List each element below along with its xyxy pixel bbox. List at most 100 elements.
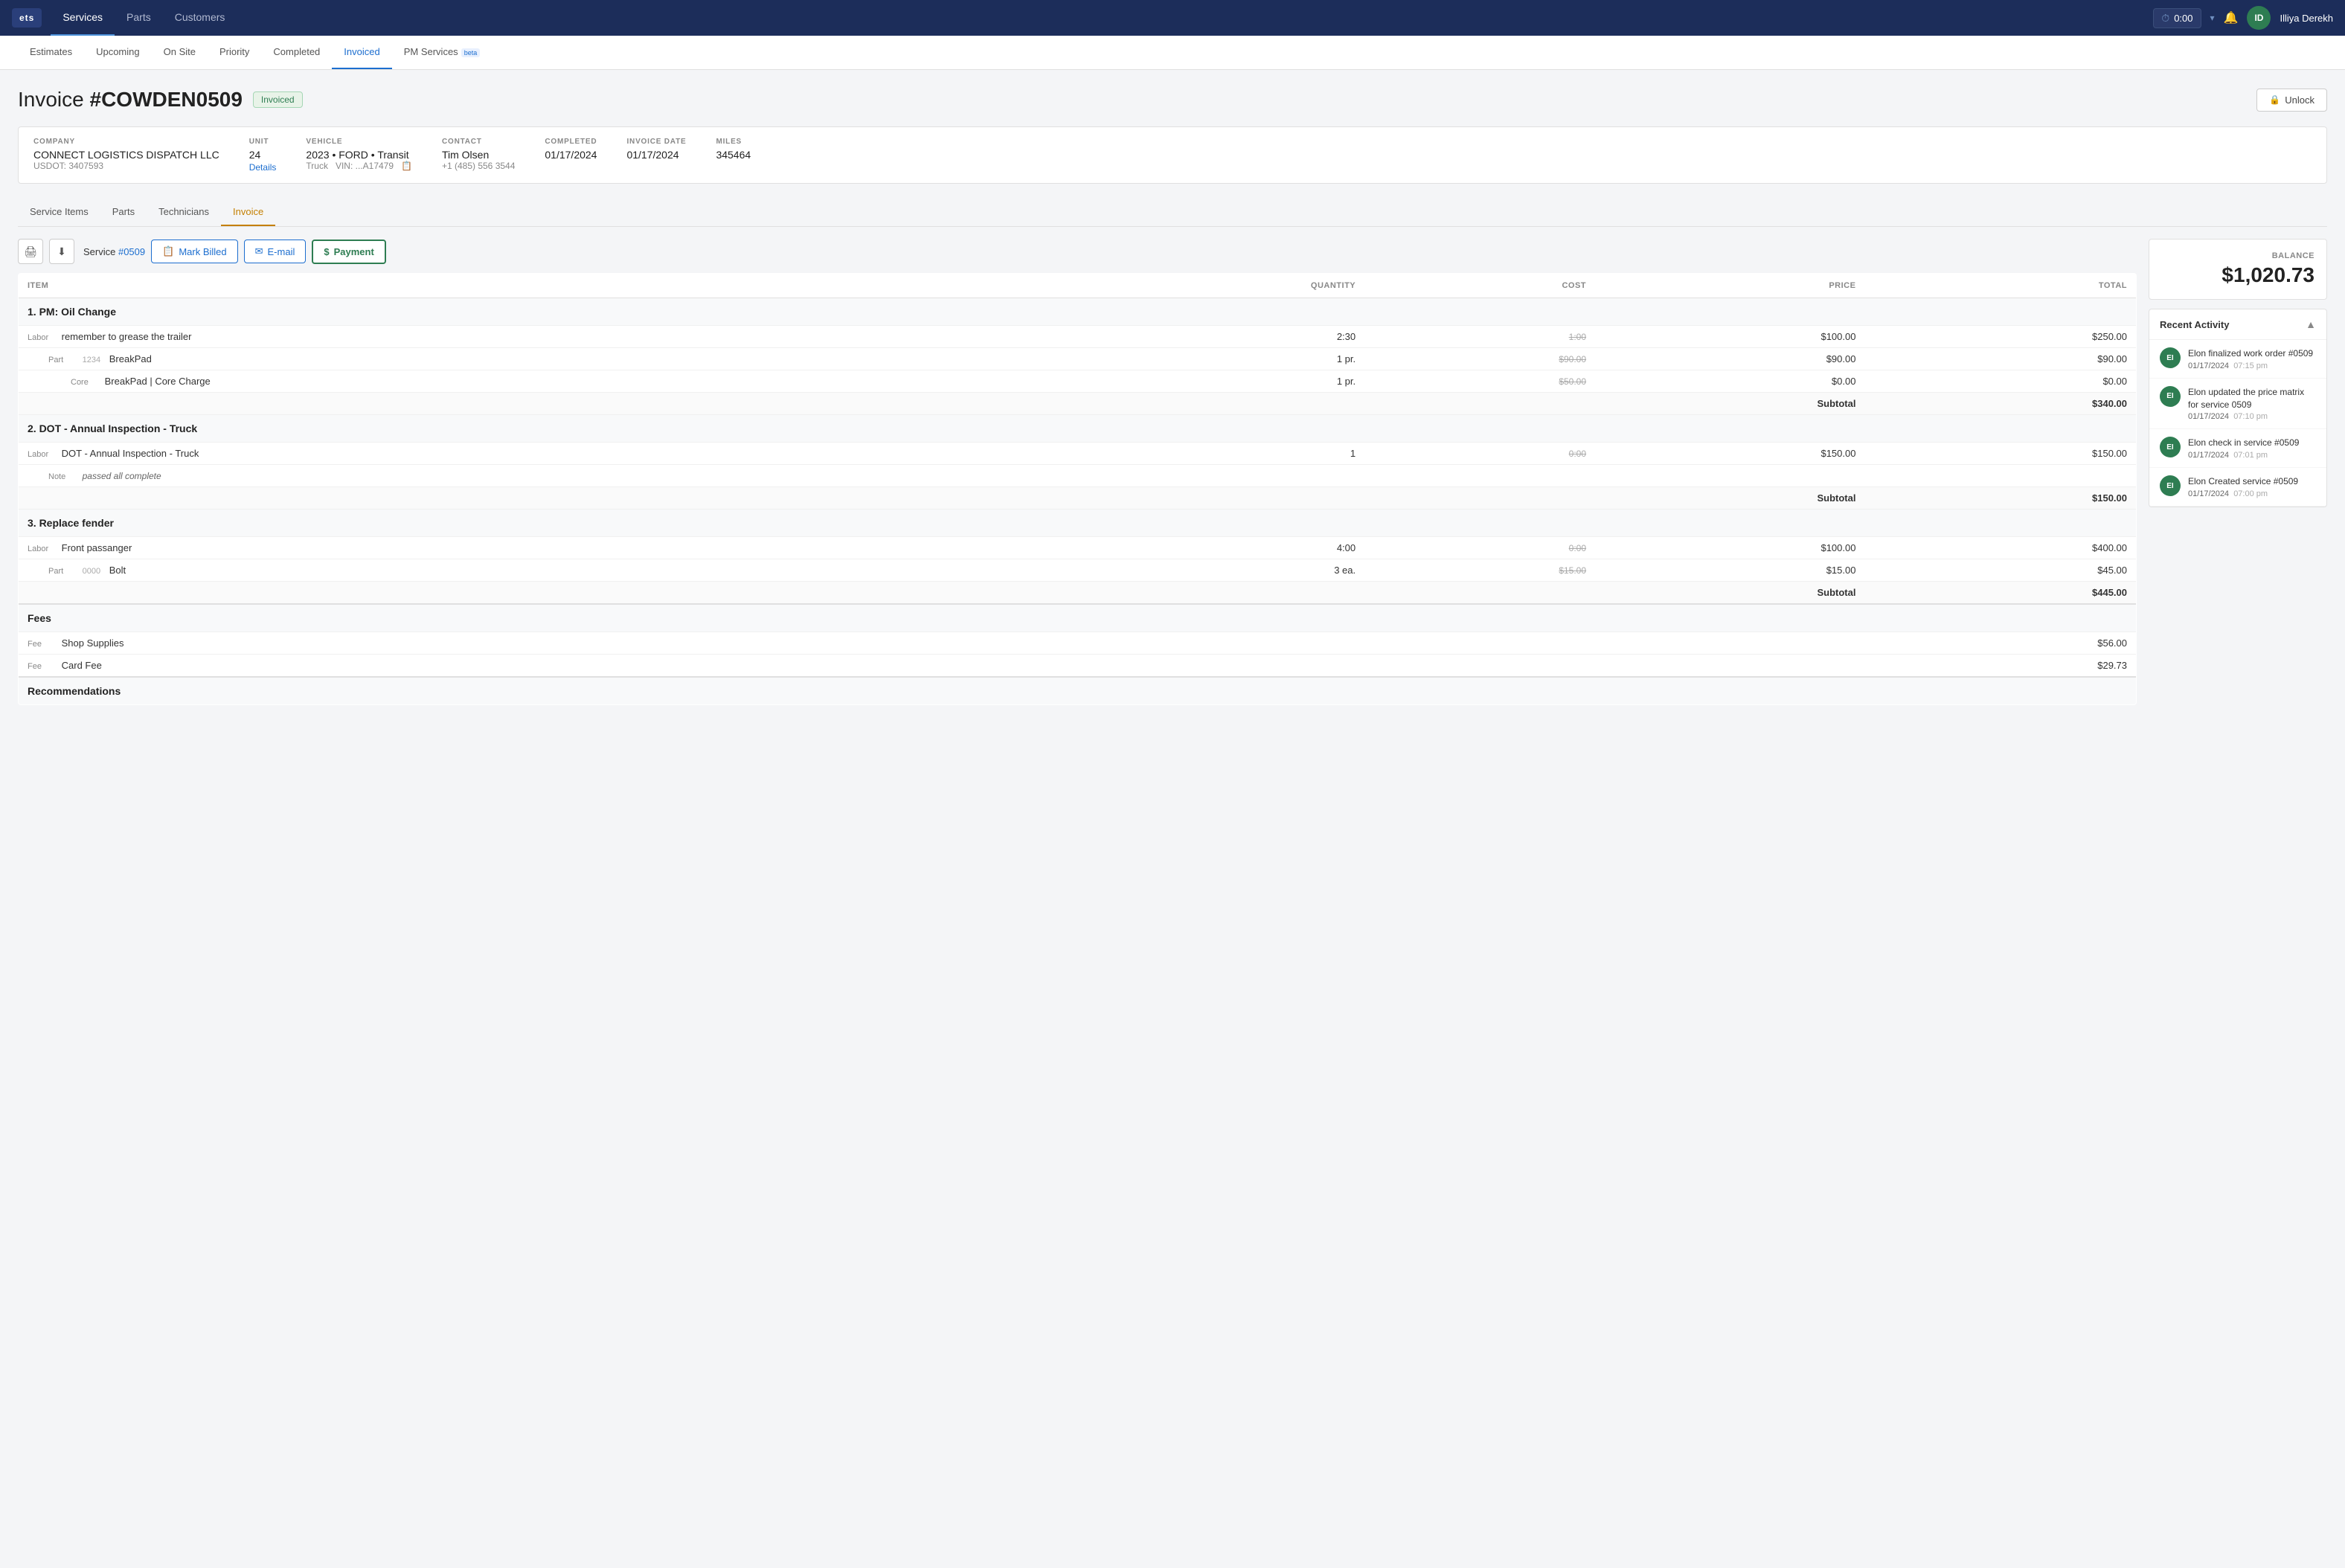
activity-text-4: Elon Created service #0509 <box>2188 475 2298 488</box>
vehicle-details: Truck VIN: ...A17479 📋 <box>306 161 412 171</box>
chevron-down-icon[interactable]: ▾ <box>2210 13 2215 23</box>
table-row: Labor DOT - Annual Inspection - Truck 1 … <box>19 443 2137 465</box>
service-tabs: Service Items Parts Technicians Invoice <box>18 199 2327 227</box>
subnav-upcoming[interactable]: Upcoming <box>84 36 152 69</box>
completed-date: 01/17/2024 <box>545 149 597 161</box>
table-row: Part 0000 Bolt 3 ea. $15.00 $15.00 $45.0… <box>19 559 2137 582</box>
invoice-title: Invoice #COWDEN0509 <box>18 88 243 112</box>
subtotal-row-2: Subtotal $150.00 <box>19 487 2137 510</box>
activity-header: Recent Activity ▲ <box>2149 309 2326 340</box>
print-button[interactable]: 🖨 <box>18 239 43 264</box>
page-content: Invoice #COWDEN0509 Invoiced 🔒 Unlock CO… <box>0 70 2345 723</box>
invoice-title-group: Invoice #COWDEN0509 Invoiced <box>18 88 303 112</box>
nav-services[interactable]: Services <box>51 0 115 36</box>
meta-miles: MILES 345464 <box>716 138 751 173</box>
timer-badge[interactable]: ⏱ 0:00 <box>2153 8 2201 28</box>
subnav-priority[interactable]: Priority <box>208 36 261 69</box>
activity-text-2: Elon updated the price matrix for servic… <box>2188 386 2316 411</box>
download-button[interactable]: ⬇ <box>49 239 74 264</box>
tab-parts[interactable]: Parts <box>100 199 147 226</box>
meta-completed: COMPLETED 01/17/2024 <box>545 138 597 173</box>
timer-icon: ⏱ <box>2161 12 2169 25</box>
invoice-number: #COWDEN0509 <box>90 88 243 111</box>
activity-item-1: EI Elon finalized work order #0509 01/17… <box>2149 340 2326 379</box>
activity-item-3: EI Elon check in service #0509 01/17/202… <box>2149 429 2326 468</box>
meta-invoice-date: INVOICE DATE 01/17/2024 <box>626 138 686 173</box>
row-note: Note passed all complete <box>19 465 1045 487</box>
col-item: ITEM <box>19 274 1045 298</box>
table-row: Labor remember to grease the trailer 2:3… <box>19 326 2137 348</box>
subtotal-row-1: Subtotal $340.00 <box>19 393 2137 415</box>
row-item: Part 1234 BreakPad <box>19 348 1045 370</box>
activity-card: Recent Activity ▲ EI Elon finalized work… <box>2149 309 2327 507</box>
row-item: Labor Front passanger <box>19 537 1045 559</box>
status-badge: Invoiced <box>253 91 303 108</box>
mark-billed-icon: 📋 <box>162 245 174 257</box>
unit-label: UNIT <box>249 138 277 146</box>
logo-text: ets <box>19 13 34 23</box>
contact-label: CONTACT <box>442 138 515 146</box>
tab-invoice[interactable]: Invoice <box>221 199 275 226</box>
mark-billed-button[interactable]: 📋 Mark Billed <box>151 240 237 263</box>
subnav-invoiced[interactable]: Invoiced <box>332 36 391 69</box>
user-name: Illiya Derekh <box>2280 13 2333 24</box>
meta-vehicle: VEHICLE 2023 • FORD • Transit Truck VIN:… <box>306 138 412 173</box>
balance-card: BALANCE $1,020.73 <box>2149 239 2327 300</box>
table-row: Fee Shop Supplies $56.00 <box>19 632 2137 655</box>
payment-button[interactable]: $ Payment <box>312 240 385 264</box>
invoice-toolbar: 🖨 ⬇ Service #0509 📋 Mark Billed ✉ E-mail <box>18 239 2137 264</box>
nav-customers[interactable]: Customers <box>163 0 237 36</box>
subnav-pm-services[interactable]: PM Servicesbeta <box>392 36 493 69</box>
fee-row-2: Fee Card Fee <box>19 655 1045 678</box>
subnav-completed[interactable]: Completed <box>261 36 332 69</box>
invoice-sidebar: BALANCE $1,020.73 Recent Activity ▲ EI E… <box>2149 239 2327 705</box>
fee-row-1: Fee Shop Supplies <box>19 632 1045 655</box>
top-navigation: ets Services Parts Customers ⏱ 0:00 ▾ 🔔 … <box>0 0 2345 36</box>
activity-item-4: EI Elon Created service #0509 01/17/2024… <box>2149 468 2326 507</box>
invoice-table: ITEM QUANTITY COST PRICE TOTAL 1. PM: Oi… <box>18 273 2137 705</box>
meta-contact: CONTACT Tim Olsen +1 (485) 556 3544 <box>442 138 515 173</box>
vehicle-label: VEHICLE <box>306 138 412 146</box>
col-quantity: QUANTITY <box>1045 274 1364 298</box>
download-icon: ⬇ <box>57 245 66 258</box>
meta-unit: UNIT 24 Details <box>249 138 277 173</box>
invoice-date-label: INVOICE DATE <box>626 138 686 146</box>
tab-service-items[interactable]: Service Items <box>18 199 100 226</box>
beta-badge: beta <box>461 48 481 57</box>
collapse-activity-button[interactable]: ▲ <box>2306 318 2316 330</box>
bell-icon[interactable]: 🔔 <box>2224 10 2239 25</box>
row-item: Labor DOT - Annual Inspection - Truck <box>19 443 1045 465</box>
email-button[interactable]: ✉ E-mail <box>244 240 307 263</box>
subnav-on-site[interactable]: On Site <box>152 36 208 69</box>
sub-navigation: Estimates Upcoming On Site Priority Comp… <box>0 36 2345 70</box>
user-avatar: ID <box>2247 6 2271 30</box>
contact-phone: +1 (485) 556 3544 <box>442 161 515 171</box>
vehicle-name: 2023 • FORD • Transit <box>306 149 412 161</box>
fees-header: Fees <box>19 604 2137 632</box>
contact-name: Tim Olsen <box>442 149 515 161</box>
company-name: CONNECT LOGISTICS DISPATCH LLC <box>33 149 219 161</box>
tab-technicians[interactable]: Technicians <box>147 199 221 226</box>
miles-label: MILES <box>716 138 751 146</box>
activity-avatar-2: EI <box>2160 386 2181 407</box>
activity-text-1: Elon finalized work order #0509 <box>2188 347 2313 360</box>
row-item: Part 0000 Bolt <box>19 559 1045 582</box>
activity-avatar-4: EI <box>2160 475 2181 496</box>
activity-time-1: 01/17/2024 07:15 pm <box>2188 362 2313 370</box>
service-label: Service #0509 <box>83 246 145 257</box>
invoice-date: 01/17/2024 <box>626 149 686 161</box>
meta-company: COMPANY CONNECT LOGISTICS DISPATCH LLC U… <box>33 138 219 173</box>
col-total: TOTAL <box>1864 274 2136 298</box>
subnav-estimates[interactable]: Estimates <box>18 36 84 69</box>
activity-title: Recent Activity <box>2160 319 2229 330</box>
section-header-2: 2. DOT - Annual Inspection - Truck <box>19 415 2137 443</box>
unlock-button[interactable]: 🔒 Unlock <box>2256 89 2327 112</box>
table-row: Labor Front passanger 4:00 0:00 $100.00 … <box>19 537 2137 559</box>
company-label: COMPANY <box>33 138 219 146</box>
miles-value: 345464 <box>716 149 751 161</box>
nav-parts[interactable]: Parts <box>115 0 163 36</box>
invoice-header: Invoice #COWDEN0509 Invoiced 🔒 Unlock <box>18 88 2327 112</box>
table-row: Fee Card Fee $29.73 <box>19 655 2137 678</box>
subtotal-row-3: Subtotal $445.00 <box>19 582 2137 605</box>
unit-details-link[interactable]: Details <box>249 162 277 173</box>
